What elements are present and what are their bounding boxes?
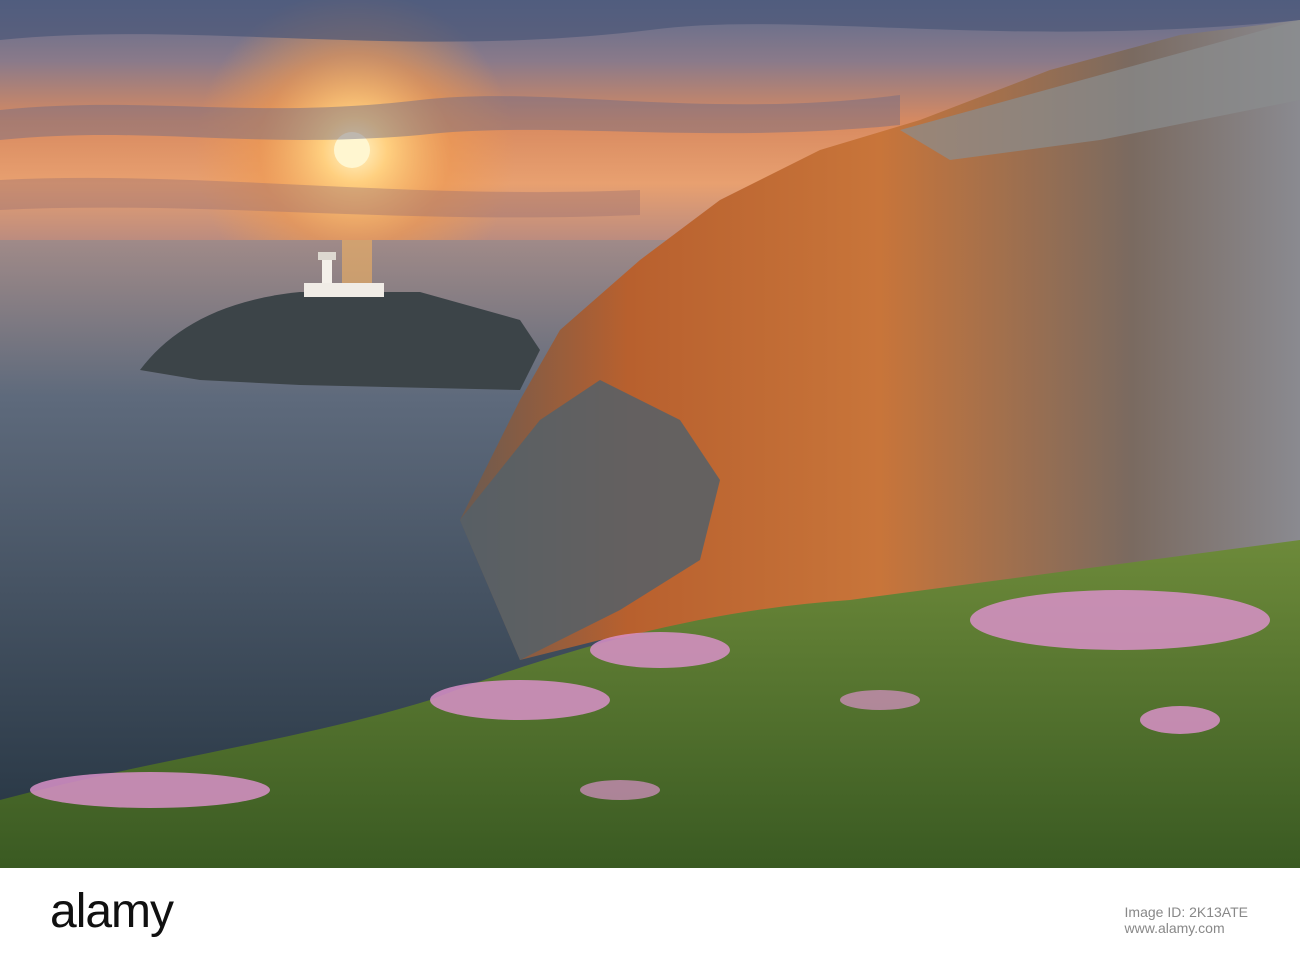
lighthouse-buildings [304, 283, 384, 297]
lighthouse-lamp [318, 252, 336, 260]
footer-bar: alamy Image ID: 2K13ATE www.alamy.com [0, 868, 1300, 956]
alamy-logo[interactable]: alamy [50, 884, 174, 939]
landscape-photo [0, 0, 1300, 868]
image-id-label: Image ID: [1124, 904, 1186, 920]
sun-reflection [342, 240, 372, 290]
image-id: 2K13ATE [1189, 904, 1248, 920]
website-url: www.alamy.com [1124, 920, 1225, 936]
website-text: Image ID: 2K13ATE www.alamy.com [1125, 904, 1248, 936]
photo [0, 0, 1300, 868]
